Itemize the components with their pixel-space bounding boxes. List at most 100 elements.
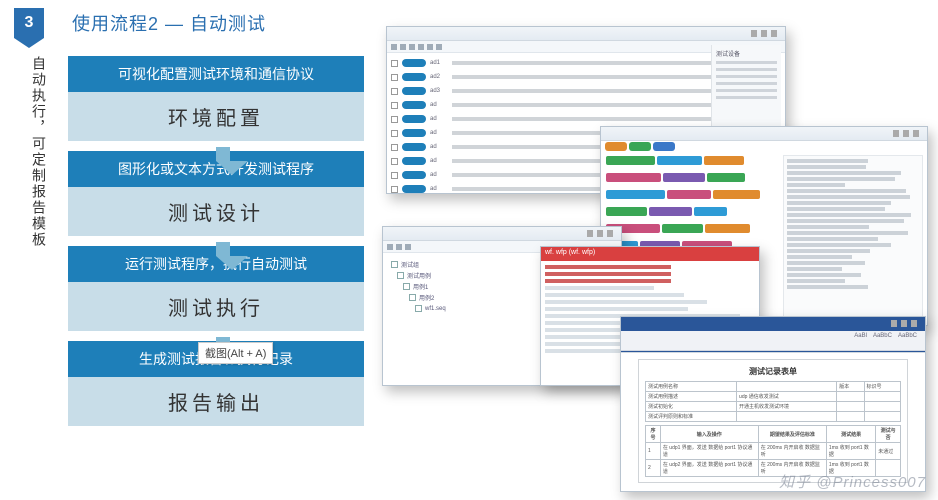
table-header-cell: 测试与否 [876,426,901,443]
code-line [787,177,895,181]
table-cell: 测试初始化 [646,402,737,412]
code-line [787,243,891,247]
flow-block [657,156,702,165]
table-cell [864,412,900,422]
table-cell: 测试用例名称 [646,382,737,392]
step-number-badge: 3 [14,8,44,38]
folder-icon [391,261,398,268]
checkbox-icon [391,172,398,179]
table-cell: 未通过 [876,443,901,460]
code-line [787,219,904,223]
table-cell: 1ms 收到 port1 数据 [826,443,875,460]
window-titlebar [387,27,785,41]
folder-icon [415,305,422,312]
table-cell: 2 [646,460,661,477]
script-tab-header: wf. wfp (wf. wfp) [541,247,759,261]
table-cell: 测试用例描述 [646,392,737,402]
row-badge [402,59,426,67]
flow-block [667,190,711,199]
code-line [787,267,842,271]
panel-title: 测试设备 [716,49,777,58]
code-line [787,285,868,289]
toolbar-button [629,142,651,151]
code-line [787,279,845,283]
row-label: ad [430,172,448,178]
screenshot-collage: ad1ad2ad3adadadadadadad 测试设备 测试组测试用例用例1用… [380,26,930,496]
row-label: ad [430,144,448,150]
word-document-page: 测试记录表单 测试用例名称版本标识号测试用例描述udp 通信收发测试测试初始化开… [638,359,908,483]
table-header-cell: 期望结果及评估标准 [758,426,826,443]
table-cell: 在 udp2 界面，发送 数据给 port1 协议通道 [660,460,758,477]
row-label: ad3 [430,88,448,94]
table-cell [837,412,864,422]
ribbon-style-gallery: AaBlAaBbCAaBbC [854,333,917,339]
row-badge [402,143,426,151]
style-preview: AaBbC [873,333,892,339]
flow-step-title: 测试执行 [68,282,364,331]
flow-block [707,173,745,182]
style-preview: AaBbC [898,333,917,339]
code-line [787,201,891,205]
table-cell [837,392,864,402]
window-titlebar [601,127,927,141]
table-cell [837,402,864,412]
flow-step-desc: 可视化配置测试环境和通信协议 [68,56,364,92]
flow-block [663,173,705,182]
toolbar-button [605,142,627,151]
code-line [787,237,878,241]
code-line [787,231,908,235]
checkbox-icon [391,60,398,67]
watermark-text: 知乎 @Princess007 [779,471,926,492]
flow-block [705,224,750,233]
tree-item-label: 用例1 [413,282,428,291]
code-line [787,183,845,187]
flow-block [694,207,727,216]
flow-step-title: 环境配置 [68,92,364,141]
folder-icon [397,272,404,279]
table-header-cell: 测试结果 [826,426,875,443]
checkbox-icon [391,158,398,165]
flow-block [649,207,692,216]
code-line [787,255,852,259]
table-cell: 版本 [837,382,864,392]
tree-item-label: 测试用例 [407,271,431,280]
table-header-cell: 输入及操作 [660,426,758,443]
flow-block [713,190,760,199]
flow-step-1: 可视化配置测试环境和通信协议 环境配置 [68,56,364,141]
row-label: ad [430,116,448,122]
tree-item-label: wf1.seq [425,306,446,312]
checkbox-icon [391,74,398,81]
flow-step-title: 报告输出 [68,377,364,426]
table-cell [737,412,837,422]
row-label: ad1 [430,60,448,66]
code-line [787,159,868,163]
table-cell [864,392,900,402]
row-badge [402,73,426,81]
report-steps-table: 序号输入及操作期望结果及评估标准测试结果测试与否1在 udp1 界面，发送 数据… [645,425,901,477]
slide-title: 使用流程2 — 自动测试 [72,10,266,36]
row-badge [402,115,426,123]
table-cell [737,382,837,392]
row-badge [402,157,426,165]
report-meta-table: 测试用例名称版本标识号测试用例描述udp 通信收发测试测试初始化开通主机收发测试… [645,381,901,422]
report-title: 测试记录表单 [645,366,901,377]
row-label: ad [430,130,448,136]
code-line [787,225,869,229]
word-ribbon: AaBlAaBbCAaBbC [621,331,925,351]
table-cell: 开通主机收发测试环境 [737,402,837,412]
flow-block [704,156,744,165]
flow-block [662,224,703,233]
code-line [787,195,910,199]
window-titlebar [383,227,621,241]
flow-block [606,156,655,165]
toolbar-icon [391,44,397,50]
toolbar-button [653,142,675,151]
checkbox-icon [391,144,398,151]
code-line [787,273,861,277]
table-cell: 在 udp1 界面，发送 数据给 port1 协议通道 [660,443,758,460]
code-line [787,207,885,211]
checkbox-icon [391,130,398,137]
table-cell: 1 [646,443,661,460]
row-label: ad [430,158,448,164]
row-badge [402,87,426,95]
